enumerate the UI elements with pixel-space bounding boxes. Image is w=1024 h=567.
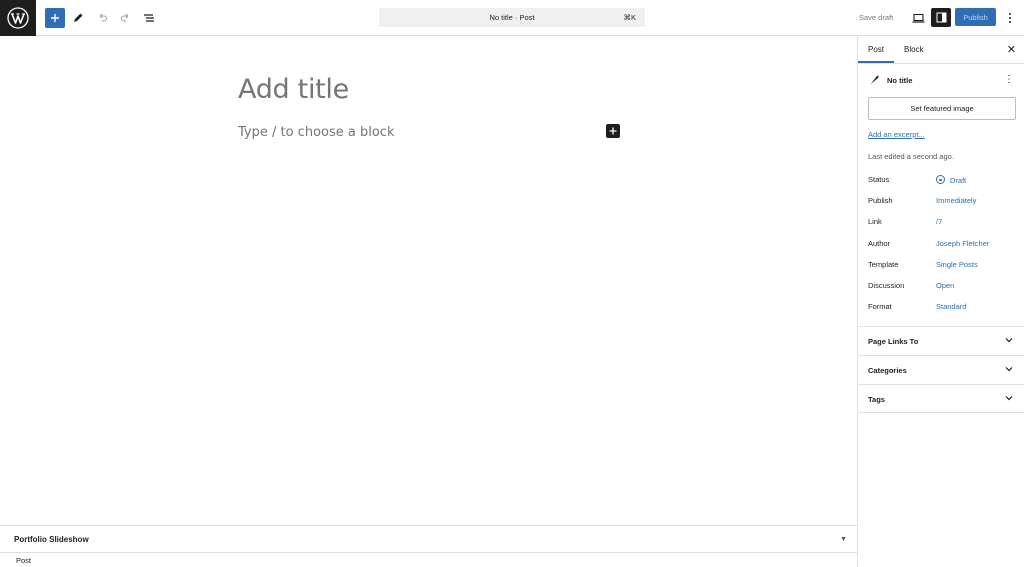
author-value[interactable]: Joseph Fletcher xyxy=(936,239,989,248)
document-overview-button[interactable] xyxy=(139,8,159,28)
meta-row-discussion: Discussion Open xyxy=(868,281,1018,293)
plus-icon xyxy=(51,14,59,22)
draft-status-icon xyxy=(936,175,945,184)
preview-button[interactable] xyxy=(908,8,928,28)
meta-row-publish: Publish Immediately xyxy=(868,196,1018,208)
pencil-icon xyxy=(74,13,83,22)
status-value-text: Draft xyxy=(950,176,967,185)
tools-button[interactable] xyxy=(68,8,88,28)
options-button[interactable] xyxy=(1000,8,1020,28)
meta-row-link: Link /7 xyxy=(868,217,1018,229)
tab-block[interactable]: Block xyxy=(904,45,924,54)
meta-row-status: Status Draft xyxy=(868,175,1018,187)
panel-title: Tags xyxy=(868,395,885,404)
editor-canvas: Add title Type / to choose a block xyxy=(0,36,857,525)
tab-post[interactable]: Post xyxy=(868,45,884,54)
meta-row-format: Format Standard xyxy=(868,302,1018,314)
format-value[interactable]: Standard xyxy=(936,302,966,311)
panel-page-links-to[interactable]: Page Links To xyxy=(858,326,1024,355)
save-draft-button[interactable]: Save draft xyxy=(859,13,893,22)
plus-icon xyxy=(609,127,617,135)
last-edited-text: Last edited a second ago. xyxy=(868,152,954,161)
sidebar-tabs: Post Block ✕ xyxy=(858,36,1024,64)
template-value[interactable]: Single Posts xyxy=(936,260,978,269)
chevron-down-icon xyxy=(1005,396,1013,401)
meta-label: Template xyxy=(868,260,899,269)
close-icon[interactable]: ✕ xyxy=(1007,43,1016,56)
editor-footer: Post xyxy=(0,553,857,567)
document-title: No title · Post xyxy=(489,13,535,22)
chevron-down-icon xyxy=(1005,338,1013,343)
settings-sidebar: Post Block ✕ No title ⋮ Set featured ima… xyxy=(857,36,1024,567)
meta-label: Author xyxy=(868,239,891,248)
metabox-portfolio-slideshow[interactable]: Portfolio Slideshow ▼ xyxy=(0,525,857,553)
desktop-icon xyxy=(912,13,924,23)
editor-header: No title · Post ⌘K Save draft Publish xyxy=(0,0,1024,36)
link-value[interactable]: /7 xyxy=(936,217,942,226)
post-title-input[interactable]: Add title xyxy=(238,74,349,105)
discussion-value[interactable]: Open xyxy=(936,281,954,290)
undo-icon xyxy=(99,13,107,22)
publish-button[interactable]: Publish xyxy=(955,8,996,26)
meta-label: Status xyxy=(868,175,890,184)
meta-row-author: Author Joseph Fletcher xyxy=(868,239,1018,251)
redo-icon xyxy=(121,13,129,22)
caret-down-icon[interactable]: ▼ xyxy=(840,536,847,543)
undo-button[interactable] xyxy=(92,8,112,28)
meta-label: Discussion xyxy=(868,281,905,290)
active-tab-indicator xyxy=(858,61,894,63)
list-view-icon xyxy=(144,14,154,22)
keyboard-shortcut: ⌘K xyxy=(623,13,636,22)
panel-tags[interactable]: Tags xyxy=(858,384,1024,413)
sidebar-icon xyxy=(936,12,946,23)
post-summary-title: No title xyxy=(887,76,913,85)
block-placeholder[interactable]: Type / to choose a block xyxy=(238,125,394,140)
meta-label: Format xyxy=(868,302,892,311)
set-featured-image-button[interactable]: Set featured image xyxy=(868,97,1016,120)
panel-title: Page Links To xyxy=(868,337,919,346)
metabox-title: Portfolio Slideshow xyxy=(14,535,89,544)
settings-toggle-button[interactable] xyxy=(931,8,951,27)
block-inserter-toggle[interactable] xyxy=(45,8,65,28)
meta-label: Publish xyxy=(868,196,893,205)
add-excerpt-link[interactable]: Add an excerpt... xyxy=(868,130,925,139)
meta-row-template: Template Single Posts xyxy=(868,260,1018,272)
panel-categories[interactable]: Categories xyxy=(858,355,1024,384)
publish-value[interactable]: Immediately xyxy=(936,196,976,205)
block-inserter-button[interactable] xyxy=(606,124,620,138)
chevron-down-icon xyxy=(1005,367,1013,372)
meta-label: Link xyxy=(868,217,882,226)
more-vertical-icon[interactable]: ⋮ xyxy=(1004,74,1014,85)
more-vertical-icon xyxy=(1009,13,1011,23)
wordpress-logo-icon[interactable] xyxy=(0,0,36,36)
redo-button[interactable] xyxy=(116,8,136,28)
panel-title: Categories xyxy=(868,366,907,375)
post-summary-header: No title ⋮ xyxy=(868,74,1018,88)
breadcrumb[interactable]: Post xyxy=(16,556,31,565)
status-value[interactable]: Draft xyxy=(936,175,966,185)
command-palette-bar[interactable]: No title · Post ⌘K xyxy=(379,8,645,27)
post-feather-icon xyxy=(870,75,879,85)
